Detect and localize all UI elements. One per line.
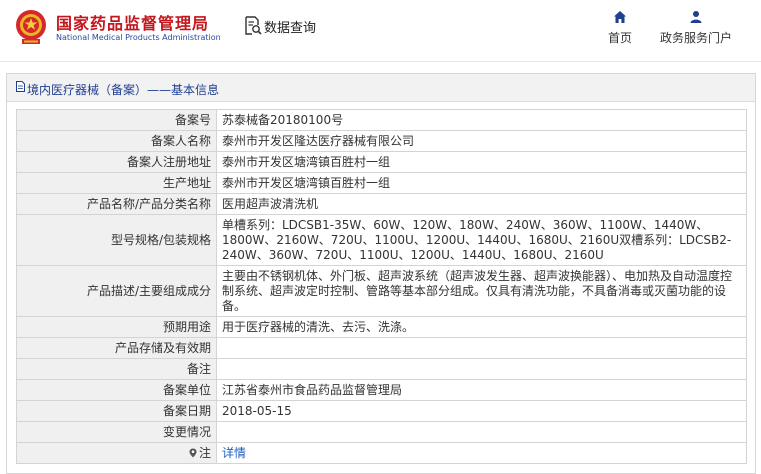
basic-info-table: 备案号 苏泰械备20180100号 备案人名称 泰州市开发区隆达医疗器械有限公司… bbox=[16, 109, 747, 464]
field-value bbox=[216, 421, 747, 443]
table-row: 备案号 苏泰械备20180100号 bbox=[16, 109, 747, 131]
table-row: 注 详情 bbox=[16, 442, 747, 464]
site-header: 国家药品监督管理局 National Medical Products Admi… bbox=[0, 0, 761, 62]
field-label: 备案号 bbox=[16, 109, 217, 131]
data-query-link[interactable]: 数据查询 bbox=[264, 17, 316, 36]
national-emblem-icon bbox=[16, 10, 46, 44]
details-link[interactable]: 详情 bbox=[222, 446, 246, 460]
field-label: 生产地址 bbox=[16, 172, 217, 194]
nav-home-label: 首页 bbox=[607, 31, 632, 45]
table-row: 备案单位 江苏省泰州市食品药品监督管理局 bbox=[16, 379, 747, 401]
panel-header: 境内医疗器械（备案）——基本信息 bbox=[7, 74, 755, 102]
field-label: 备案单位 bbox=[16, 379, 217, 401]
field-label: 变更情况 bbox=[16, 421, 217, 443]
document-icon bbox=[16, 81, 25, 92]
field-value bbox=[216, 337, 747, 359]
table-row: 备注 bbox=[16, 358, 747, 380]
field-label: 产品描述/主要组成成分 bbox=[16, 265, 217, 317]
field-value: 泰州市开发区隆达医疗器械有限公司 bbox=[216, 130, 747, 152]
field-value bbox=[216, 358, 747, 380]
table-row: 型号规格/包装规格 单槽系列：LDCSB1-35W、60W、120W、180W、… bbox=[16, 214, 747, 266]
field-value: 详情 bbox=[216, 442, 747, 464]
field-label: 预期用途 bbox=[16, 316, 217, 338]
nav-service-portal-label: 政务服务门户 bbox=[659, 31, 732, 45]
nav-home[interactable]: 首页 bbox=[600, 10, 640, 46]
field-value: 单槽系列：LDCSB1-35W、60W、120W、180W、240W、360W、… bbox=[216, 214, 747, 266]
nav-service-portal[interactable]: 政务服务门户 bbox=[652, 10, 740, 46]
brand-name-en: National Medical Products Administration bbox=[56, 33, 221, 42]
field-label: 产品存储及有效期 bbox=[16, 337, 217, 359]
location-pin-icon bbox=[189, 448, 197, 458]
detail-panel: 境内医疗器械（备案）——基本信息 备案号 苏泰械备20180100号 备案人名称… bbox=[6, 73, 756, 474]
field-label: 备案人注册地址 bbox=[16, 151, 217, 173]
table-row: 备案人注册地址 泰州市开发区塘湾镇百胜村一组 bbox=[16, 151, 747, 173]
field-value: 2018-05-15 bbox=[216, 400, 747, 422]
field-value: 用于医疗器械的清洗、去污、洗涤。 bbox=[216, 316, 747, 338]
home-icon bbox=[614, 11, 626, 23]
field-value: 苏泰械备20180100号 bbox=[216, 109, 747, 131]
field-value: 江苏省泰州市食品药品监督管理局 bbox=[216, 379, 747, 401]
user-icon bbox=[690, 11, 702, 23]
table-row: 产品存储及有效期 bbox=[16, 337, 747, 359]
field-label: 备案人名称 bbox=[16, 130, 217, 152]
table-row: 预期用途 用于医疗器械的清洗、去污、洗涤。 bbox=[16, 316, 747, 338]
field-label: 备注 bbox=[16, 358, 217, 380]
table-row: 产品名称/产品分类名称 医用超声波清洗机 bbox=[16, 193, 747, 215]
table-row: 备案人名称 泰州市开发区隆达医疗器械有限公司 bbox=[16, 130, 747, 152]
field-label: 型号规格/包装规格 bbox=[16, 214, 217, 266]
field-value: 医用超声波清洗机 bbox=[216, 193, 747, 215]
note-label-cell: 注 bbox=[16, 442, 217, 464]
field-value: 主要由不锈钢机体、外门板、超声波系统（超声波发生器、超声波换能器）、电加热及自动… bbox=[216, 265, 747, 317]
field-label: 备案日期 bbox=[16, 400, 217, 422]
table-row: 生产地址 泰州市开发区塘湾镇百胜村一组 bbox=[16, 172, 747, 194]
table-row: 变更情况 bbox=[16, 421, 747, 443]
table-row: 备案日期 2018-05-15 bbox=[16, 400, 747, 422]
brand-name-cn: 国家药品监督管理局 bbox=[56, 14, 210, 33]
field-label: 注 bbox=[198, 446, 211, 460]
document-search-icon[interactable] bbox=[244, 16, 262, 36]
table-row: 产品描述/主要组成成分 主要由不锈钢机体、外门板、超声波系统（超声波发生器、超声… bbox=[16, 265, 747, 317]
panel-title: 境内医疗器械（备案）——基本信息 bbox=[27, 83, 220, 97]
field-label: 产品名称/产品分类名称 bbox=[16, 193, 217, 215]
field-value: 泰州市开发区塘湾镇百胜村一组 bbox=[216, 172, 747, 194]
field-value: 泰州市开发区塘湾镇百胜村一组 bbox=[216, 151, 747, 173]
